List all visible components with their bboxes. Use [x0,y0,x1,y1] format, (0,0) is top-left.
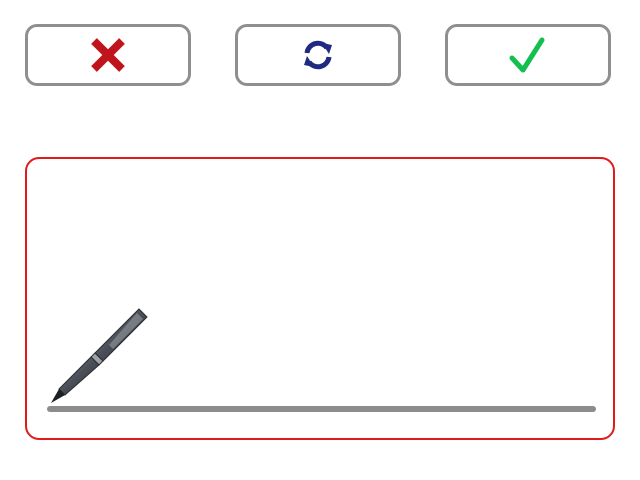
clear-button[interactable] [235,24,401,86]
signature-baseline [47,406,596,412]
pen-icon [47,303,151,407]
signature-pad[interactable] [25,157,615,440]
signature-screen [0,0,640,480]
checkmark-icon [508,34,548,76]
accept-button[interactable] [445,24,611,86]
close-icon [88,35,128,75]
cancel-button[interactable] [25,24,191,86]
refresh-icon [298,35,338,75]
